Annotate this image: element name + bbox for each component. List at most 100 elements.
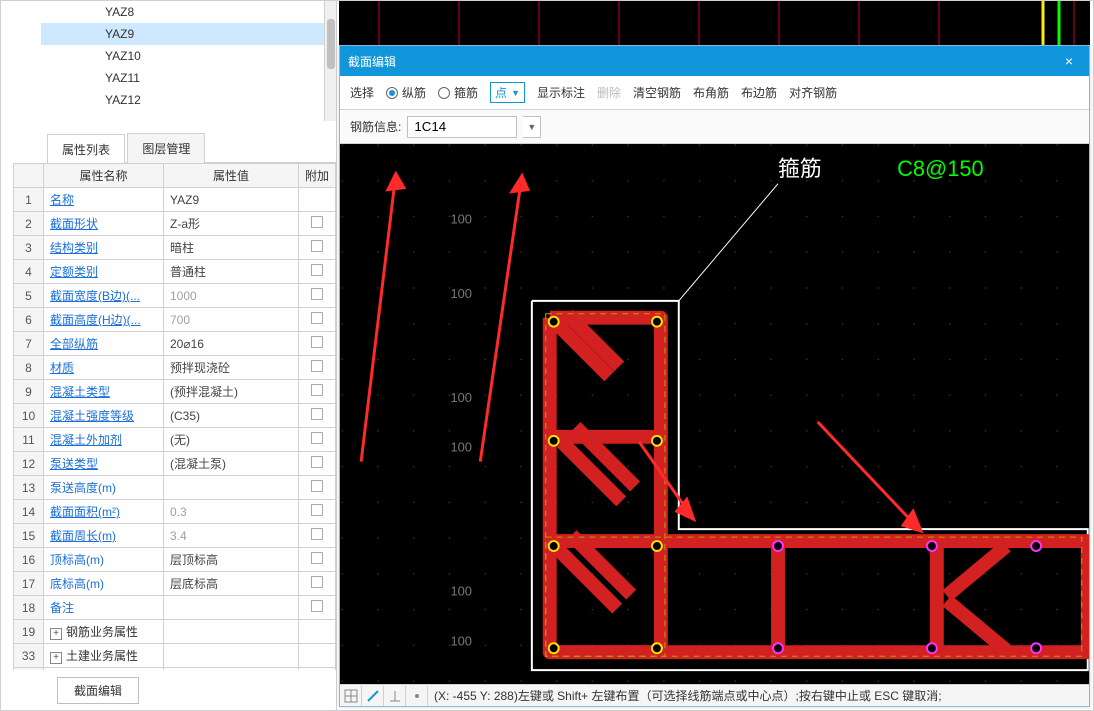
property-row[interactable]: 13泵送高度(m) bbox=[14, 476, 336, 500]
property-value[interactable]: 0.3 bbox=[164, 500, 299, 524]
tool-corner-rebar[interactable]: 布角筋 bbox=[693, 84, 729, 101]
point-mode-dropdown[interactable]: 点 ▼ bbox=[490, 82, 525, 103]
property-value[interactable] bbox=[164, 596, 299, 620]
property-value[interactable]: 3.4 bbox=[164, 524, 299, 548]
property-value[interactable]: 700 bbox=[164, 308, 299, 332]
property-attach[interactable] bbox=[298, 284, 335, 308]
property-value[interactable]: 20⌀16 bbox=[164, 332, 299, 356]
property-attach[interactable] bbox=[298, 620, 335, 644]
property-row[interactable]: 2截面形状Z-a形 bbox=[14, 212, 336, 236]
property-value[interactable]: YAZ9 bbox=[164, 188, 299, 212]
sb-snap-icon[interactable] bbox=[406, 686, 428, 706]
property-attach[interactable] bbox=[298, 500, 335, 524]
property-value[interactable]: 暗柱 bbox=[164, 236, 299, 260]
property-value[interactable]: 预拌现浇砼 bbox=[164, 356, 299, 380]
property-row[interactable]: 9混凝土类型(预拌混凝土) bbox=[14, 380, 336, 404]
property-row[interactable]: 5截面宽度(B边)(...1000 bbox=[14, 284, 336, 308]
property-value[interactable] bbox=[164, 620, 299, 644]
property-value[interactable]: (无) bbox=[164, 428, 299, 452]
property-row[interactable]: 18备注 bbox=[14, 596, 336, 620]
property-value[interactable]: 层顶标高 bbox=[164, 548, 299, 572]
property-value[interactable]: 层底标高 bbox=[164, 572, 299, 596]
property-value[interactable]: 1000 bbox=[164, 284, 299, 308]
property-row[interactable]: 12泵送类型(混凝土泵) bbox=[14, 452, 336, 476]
tab-layer-manage[interactable]: 图层管理 bbox=[127, 133, 205, 163]
property-attach[interactable] bbox=[298, 188, 335, 212]
section-edit-button[interactable]: 截面编辑 bbox=[57, 677, 139, 704]
property-name: 泵送高度(m) bbox=[44, 476, 164, 500]
row-index: 18 bbox=[14, 596, 44, 620]
row-index: 33 bbox=[14, 644, 44, 668]
tool-edge-rebar[interactable]: 布边筋 bbox=[741, 84, 777, 101]
close-icon[interactable]: × bbox=[1057, 53, 1081, 69]
dialog-titlebar[interactable]: 截面编辑 × bbox=[340, 46, 1089, 76]
property-attach[interactable] bbox=[298, 332, 335, 356]
property-row[interactable]: 7全部纵筋20⌀16 bbox=[14, 332, 336, 356]
tool-show-dim[interactable]: 显示标注 bbox=[537, 84, 585, 101]
property-value[interactable] bbox=[164, 644, 299, 668]
tree-item[interactable]: YAZ11 bbox=[41, 67, 326, 89]
property-attach[interactable] bbox=[298, 236, 335, 260]
section-canvas[interactable]: 箍筋 C8@150 100 100 100 100 100 100 bbox=[340, 144, 1089, 684]
property-attach[interactable] bbox=[298, 356, 335, 380]
property-row[interactable]: 11混凝土外加剂(无) bbox=[14, 428, 336, 452]
property-row[interactable]: 16顶标高(m)层顶标高 bbox=[14, 548, 336, 572]
radio-stirrup[interactable]: 箍筋 bbox=[438, 84, 478, 101]
sb-ortho-icon[interactable] bbox=[362, 686, 384, 706]
property-value[interactable] bbox=[164, 476, 299, 500]
property-attach[interactable] bbox=[298, 452, 335, 476]
tab-property-list[interactable]: 属性列表 bbox=[47, 134, 125, 165]
tree-item[interactable]: YAZ12 bbox=[41, 89, 326, 111]
property-value[interactable]: Z-a形 bbox=[164, 212, 299, 236]
property-row[interactable]: 33+土建业务属性 bbox=[14, 644, 336, 668]
property-row[interactable]: 17底标高(m)层底标高 bbox=[14, 572, 336, 596]
expand-icon[interactable]: + bbox=[50, 628, 62, 640]
tool-align-rebar[interactable]: 对齐钢筋 bbox=[789, 84, 837, 101]
property-attach[interactable] bbox=[298, 476, 335, 500]
property-value[interactable]: (C35) bbox=[164, 404, 299, 428]
property-row[interactable]: 8材质预拌现浇砼 bbox=[14, 356, 336, 380]
property-attach[interactable] bbox=[298, 548, 335, 572]
property-value[interactable]: (混凝土泵) bbox=[164, 452, 299, 476]
property-row[interactable]: 1名称YAZ9 bbox=[14, 188, 336, 212]
tool-clear-rebar[interactable]: 清空钢筋 bbox=[633, 84, 681, 101]
dim-label: 100 bbox=[450, 584, 472, 599]
property-value[interactable]: (预拌混凝土) bbox=[164, 380, 299, 404]
section-edit-dialog: 截面编辑 × 选择 纵筋 箍筋 点 ▼ 显示标注 删除 清空钢筋 布角筋 布边筋… bbox=[339, 45, 1090, 707]
property-attach[interactable] bbox=[298, 260, 335, 284]
tree-item[interactable]: YAZ8 bbox=[41, 1, 326, 23]
property-attach[interactable] bbox=[298, 572, 335, 596]
tree-scrollbar[interactable] bbox=[324, 1, 336, 121]
property-attach[interactable] bbox=[298, 596, 335, 620]
property-attach[interactable] bbox=[298, 404, 335, 428]
property-attach[interactable] bbox=[298, 644, 335, 668]
tree-item[interactable]: YAZ10 bbox=[41, 45, 326, 67]
property-row[interactable]: 3结构类别暗柱 bbox=[14, 236, 336, 260]
property-attach[interactable] bbox=[298, 668, 335, 671]
property-attach[interactable] bbox=[298, 524, 335, 548]
sb-grid-icon[interactable] bbox=[340, 686, 362, 706]
tree-item[interactable]: YAZ9 bbox=[41, 23, 326, 45]
property-grid[interactable]: 属性名称 属性值 附加 1名称YAZ92截面形状Z-a形3结构类别暗柱4定额类别… bbox=[13, 163, 336, 670]
rebar-info-input[interactable] bbox=[407, 116, 517, 138]
property-attach[interactable] bbox=[298, 428, 335, 452]
radio-longitudinal[interactable]: 纵筋 bbox=[386, 84, 426, 101]
property-row[interactable]: 14截面面积(m²)0.3 bbox=[14, 500, 336, 524]
property-row[interactable]: 10混凝土强度等级(C35) bbox=[14, 404, 336, 428]
component-tree[interactable]: YAZ8 YAZ9 YAZ10 YAZ11 YAZ12 bbox=[41, 1, 326, 121]
expand-icon[interactable]: + bbox=[50, 652, 62, 664]
sb-perp-icon[interactable] bbox=[384, 686, 406, 706]
property-attach[interactable] bbox=[298, 212, 335, 236]
property-value[interactable] bbox=[164, 668, 299, 671]
rebar-info-dropdown[interactable]: ▼ bbox=[523, 116, 541, 138]
tool-delete[interactable]: 删除 bbox=[597, 84, 621, 101]
property-row[interactable]: 15截面周长(m)3.4 bbox=[14, 524, 336, 548]
tool-select[interactable]: 选择 bbox=[350, 84, 374, 101]
property-row[interactable]: 19+钢筋业务属性 bbox=[14, 620, 336, 644]
property-attach[interactable] bbox=[298, 380, 335, 404]
property-row[interactable]: 40+显示样式 bbox=[14, 668, 336, 671]
property-row[interactable]: 6截面高度(H边)(...700 bbox=[14, 308, 336, 332]
property-row[interactable]: 4定额类别普通柱 bbox=[14, 260, 336, 284]
property-value[interactable]: 普通柱 bbox=[164, 260, 299, 284]
property-attach[interactable] bbox=[298, 308, 335, 332]
